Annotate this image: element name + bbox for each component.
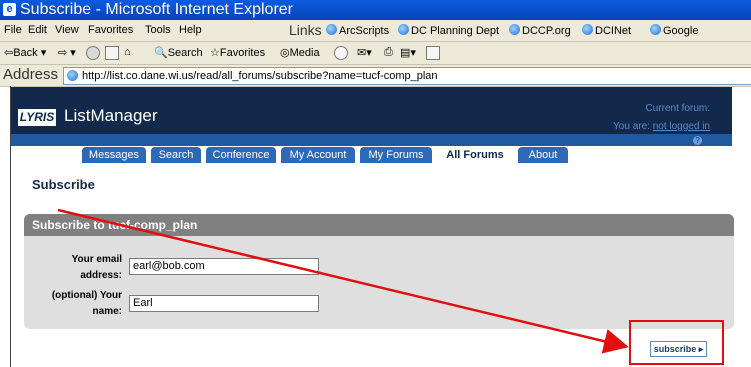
standard-toolbar: ⇦Back ▾ ⇨ ▾ ⌂ 🔍Search ☆Favorites ◎Media … <box>0 42 751 65</box>
menu-file[interactable]: File <box>4 24 22 36</box>
tab-messages[interactable]: Messages <box>82 147 146 163</box>
link-google[interactable]: Google <box>650 24 698 37</box>
address-input[interactable]: http://list.co.dane.wi.us/read/all_forum… <box>63 67 751 85</box>
menu-bar: File Edit View Favorites Tools Help Link… <box>0 20 751 42</box>
discuss-icon[interactable] <box>426 46 440 60</box>
back-button[interactable]: ⇦Back ▾ <box>4 46 46 59</box>
link-dc-planning[interactable]: DC Planning Dept <box>398 24 499 37</box>
menu-tools[interactable]: Tools <box>145 24 171 36</box>
tab-search[interactable]: Search <box>151 147 201 163</box>
refresh-icon[interactable] <box>105 46 119 60</box>
login-status: You are: not logged in <box>613 121 710 132</box>
address-url: http://list.co.dane.wi.us/read/all_forum… <box>82 70 438 82</box>
links-label: Links <box>289 22 322 38</box>
tab-about[interactable]: About <box>518 147 568 163</box>
window-title: Subscribe - Microsoft Internet Explorer <box>20 1 293 18</box>
mail-icon[interactable]: ✉▾ <box>357 46 372 59</box>
nav-strip <box>11 134 732 146</box>
app-name: ListManager <box>64 106 158 125</box>
tab-conference[interactable]: Conference <box>206 147 276 163</box>
help-icon[interactable]: ? <box>693 136 702 145</box>
address-bar: Address http://list.co.dane.wi.us/read/a… <box>0 65 751 87</box>
ie-page-icon <box>509 24 520 35</box>
lyris-logo: LYRIS <box>18 109 56 126</box>
favorites-button[interactable]: ☆Favorites <box>210 46 265 59</box>
ie-page-icon <box>398 24 409 35</box>
tab-my-account[interactable]: My Account <box>281 147 355 163</box>
link-arcscripts[interactable]: ArcScripts <box>326 24 389 37</box>
email-field[interactable] <box>129 258 319 275</box>
history-icon[interactable] <box>334 46 348 60</box>
media-button[interactable]: ◎Media <box>280 46 320 59</box>
ie-page-icon <box>582 24 593 35</box>
name-label: (optional) Your name: <box>51 290 122 317</box>
ie-page-icon <box>326 24 337 35</box>
search-button[interactable]: 🔍Search <box>154 46 203 59</box>
forward-button[interactable]: ⇨ ▾ <box>58 46 76 59</box>
menu-help[interactable]: Help <box>179 24 202 36</box>
link-dccp[interactable]: DCCP.org <box>509 24 571 37</box>
address-label: Address <box>3 66 59 83</box>
link-dcinet[interactable]: DCINet <box>582 24 631 37</box>
current-forum-label: Current forum: <box>645 103 710 114</box>
ie-app-icon: e <box>3 3 16 16</box>
print-icon[interactable]: ⎙ <box>384 46 393 59</box>
window-titlebar: e Subscribe - Microsoft Internet Explore… <box>0 0 751 20</box>
tab-my-forums[interactable]: My Forums <box>360 147 432 163</box>
tab-all-forums[interactable]: All Forums <box>437 147 513 163</box>
menu-edit[interactable]: Edit <box>28 24 47 36</box>
menu-view[interactable]: View <box>55 24 79 36</box>
panel-title: Subscribe to tucf-comp_plan <box>32 218 198 232</box>
ie-page-icon <box>67 70 78 81</box>
name-field[interactable] <box>129 295 319 312</box>
highlight-box <box>629 320 724 365</box>
menu-favorites[interactable]: Favorites <box>88 24 133 36</box>
stop-icon[interactable] <box>86 46 100 60</box>
panel-header: Subscribe to tucf-comp_plan <box>24 214 734 236</box>
login-link[interactable]: not logged in <box>653 121 710 132</box>
edit-icon[interactable]: ▤▾ <box>400 46 416 59</box>
email-label: Your email address: <box>71 254 122 281</box>
page-title: Subscribe <box>32 177 95 192</box>
ie-page-icon <box>650 24 661 35</box>
home-icon[interactable]: ⌂ <box>124 46 131 58</box>
app-header: LYRIS ListManager Current forum: You are… <box>11 87 732 134</box>
